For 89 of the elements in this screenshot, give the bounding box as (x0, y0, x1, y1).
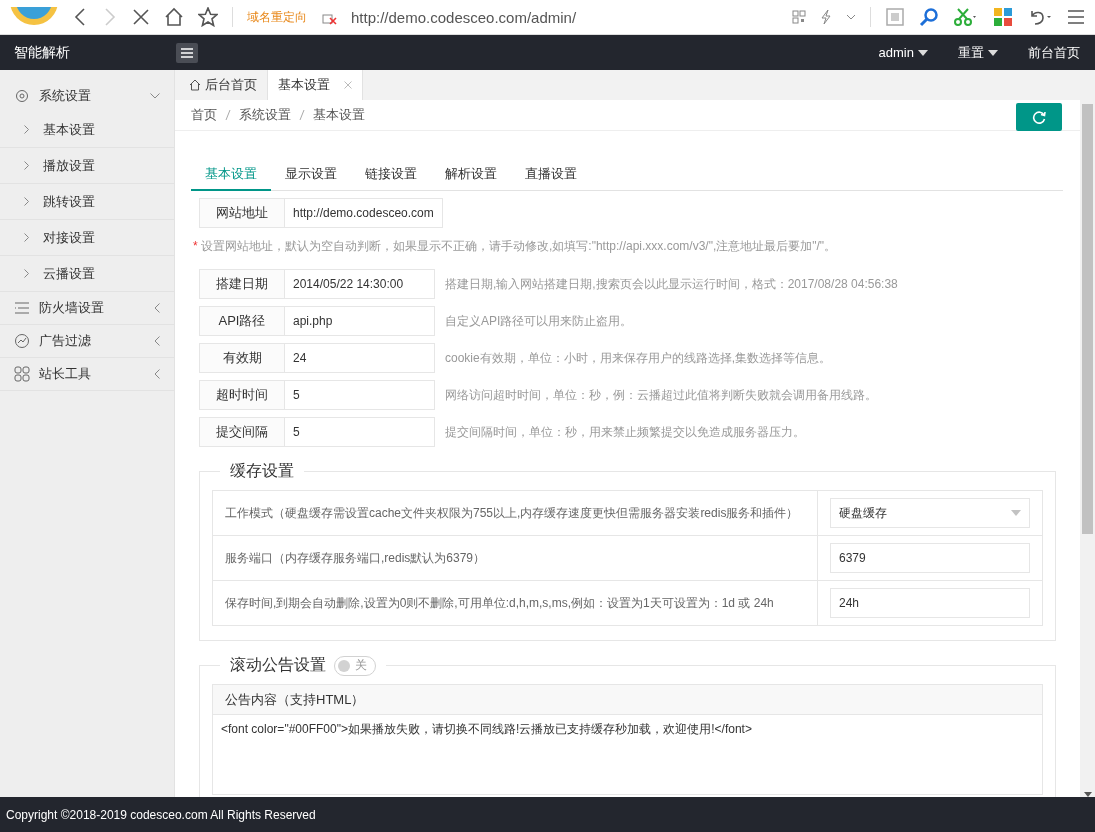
field-hint: * 设置网站地址，默认为空自动判断，如果显示不正确，请手动修改,如填写:"http://api.xxx.com/v3/",注意地址最后要加"/"。 (193, 238, 838, 255)
section-title: 缓存设置 (230, 461, 294, 481)
scissors-icon[interactable] (953, 7, 979, 27)
form-tab[interactable]: 解析设置 (431, 158, 511, 191)
apps-icon[interactable] (993, 7, 1013, 27)
back-icon[interactable] (72, 7, 88, 27)
menu-icon[interactable] (1067, 9, 1085, 25)
field-label: API路径 (199, 306, 285, 336)
input-field[interactable]: api.php (285, 306, 435, 336)
nav-link[interactable]: 重置 (943, 43, 1013, 62)
home-icon (189, 79, 201, 91)
setting-label: 工作模式（硬盘缓存需设置cache文件夹权限为755以上,内存缓存速度更快但需服务器安装redis服务和插件） (212, 490, 818, 536)
caret-icon (918, 49, 928, 56)
input-field[interactable]: 5 (285, 380, 435, 410)
breadcrumb-link[interactable]: 首页 (191, 106, 217, 124)
select-field[interactable]: 硬盘缓存 (830, 498, 1030, 528)
sidebar-subitem[interactable]: 跳转设置 (0, 184, 174, 220)
field-label: 网站地址 (199, 198, 285, 228)
page-tab[interactable]: 基本设置 (268, 70, 363, 100)
sidebar-subitem[interactable]: 云播设置 (0, 256, 174, 292)
star-icon[interactable] (198, 7, 218, 27)
sidebar-item[interactable]: 站长工具 (0, 358, 174, 391)
chevron-left-icon (154, 336, 160, 346)
url-field[interactable]: http://demo.codesceo.com/admin/ (351, 8, 778, 26)
separator-icon (225, 109, 231, 121)
chevron-right-icon (24, 269, 29, 278)
field-hint: 自定义API路径可以用来防止盗用。 (445, 312, 633, 330)
section-title: 滚动公告设置 (230, 655, 326, 675)
grid-icon (14, 366, 30, 382)
field-label: 超时时间 (199, 380, 285, 410)
field-hint: 搭建日期,输入网站搭建日期,搜索页会以此显示运行时间，格式：2017/08/28 04:56:38 (445, 275, 898, 293)
chevron-down-icon (150, 93, 160, 99)
menu-icon (181, 47, 193, 58)
setting-label: 服务端口（内存缓存服务端口,redis默认为6379） (212, 535, 818, 581)
gear-icon (14, 88, 30, 104)
column-header: 公告内容（支持HTML） (212, 684, 1043, 715)
sidebar-item[interactable]: 防火墙设置 (0, 292, 174, 325)
chevron-left-icon (154, 303, 160, 313)
input-field[interactable]: 24 (285, 343, 435, 373)
input-field[interactable]: 2014/05/22 14:30:00 (285, 269, 435, 299)
form-tab[interactable]: 链接设置 (351, 158, 431, 191)
sidebar-item[interactable]: 广告过滤 (0, 325, 174, 358)
form-tab[interactable]: 直播设置 (511, 158, 591, 191)
form-tab[interactable]: 显示设置 (271, 158, 351, 191)
input-field[interactable]: 24h (830, 588, 1030, 618)
field-hint: cookie有效期，单位：小时，用来保存用户的线路选择,集数选择等信息。 (445, 349, 832, 367)
input-field[interactable]: 6379 (830, 543, 1030, 573)
sidebar-subitem[interactable]: 基本设置 (0, 112, 174, 148)
search-icon[interactable] (919, 7, 939, 27)
text-area[interactable]: <font color="#00FF00">如果播放失败，请切换不同线路!云播放已支持缓存秒加载，欢迎使用!</font> (212, 715, 1043, 795)
form-tab[interactable]: 基本设置 (191, 158, 271, 191)
field-label: 有效期 (199, 343, 285, 373)
qr-icon[interactable] (792, 10, 806, 24)
sidebar-subitem[interactable]: 播放设置 (0, 148, 174, 184)
list-icon (14, 300, 30, 316)
sidebar-item[interactable]: 系统设置 (0, 80, 174, 112)
breadcrumb-link[interactable]: 系统设置 (239, 106, 291, 124)
lightning-icon[interactable] (820, 9, 832, 25)
separator-icon (299, 109, 305, 121)
chevron-down-icon[interactable] (846, 13, 856, 21)
chevron-left-icon (154, 369, 160, 379)
caret-icon (988, 49, 998, 56)
sidebar-subitem[interactable]: 对接设置 (0, 220, 174, 256)
chart-icon (14, 333, 30, 349)
setting-label: 保存时间,到期会自动删除,设置为0则不删除,可用单位:d,h,m,s,ms,例如：设置为1天可设置为：1d 或 24h (212, 580, 818, 626)
chevron-right-icon (24, 197, 29, 206)
redirect-label: 域名重定向 (247, 8, 307, 26)
caret-icon (1011, 510, 1021, 516)
scrollbar-thumb[interactable] (1082, 104, 1093, 534)
refresh-button[interactable] (1016, 102, 1062, 131)
app-title: 智能解析 (14, 43, 71, 62)
field-label: 搭建日期 (199, 269, 285, 299)
menu-toggle-button[interactable] (176, 42, 198, 63)
chevron-right-icon (24, 161, 29, 170)
close-icon[interactable] (132, 8, 150, 26)
chevron-right-icon (24, 125, 29, 134)
field-hint: 提交间隔时间，单位：秒，用来禁止频繁提交以免造成服务器压力。 (445, 423, 805, 441)
home-icon[interactable] (164, 7, 184, 27)
nav-link[interactable]: admin (863, 43, 943, 62)
logo-icon (10, 7, 58, 27)
field-label: 提交间隔 (199, 417, 285, 447)
nav-link[interactable]: 前台首页 (1013, 43, 1095, 62)
input-field[interactable]: http://demo.codesceo.com (285, 198, 443, 228)
copyright-text: Copyright ©2018-2019 codesceo.com All Rights Reserved (6, 807, 316, 822)
chevron-right-icon (24, 233, 29, 242)
refresh-icon (1032, 109, 1046, 124)
field-hint: 网络访问超时时间，单位：秒，例：云播超过此值将判断失败就会调用备用线路。 (445, 386, 877, 404)
input-field[interactable]: 5 (285, 417, 435, 447)
breadcrumb-link[interactable]: 基本设置 (313, 106, 365, 124)
